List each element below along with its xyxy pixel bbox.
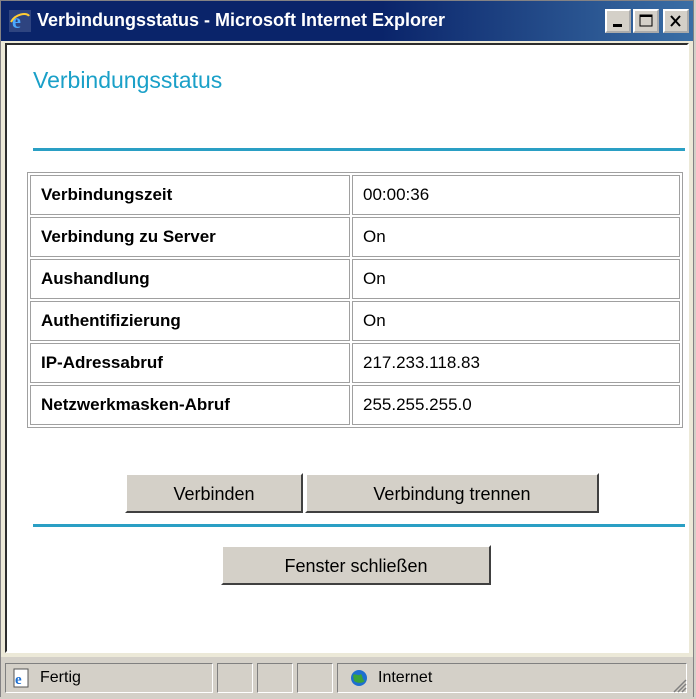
divider <box>33 148 685 151</box>
table-row: Verbindung zu Server On <box>30 217 680 257</box>
internet-explorer-icon: e <box>9 10 31 32</box>
connect-button[interactable]: Verbinden <box>125 473 303 513</box>
row-label: Authentifizierung <box>30 301 350 341</box>
status-pane <box>257 663 293 693</box>
maximize-icon <box>639 14 653 27</box>
close-button[interactable] <box>663 9 689 33</box>
minimize-button[interactable] <box>605 9 631 33</box>
row-label: Verbindungszeit <box>30 175 350 215</box>
row-label: Aushandlung <box>30 259 350 299</box>
window-title: Verbindungsstatus - Microsoft Internet E… <box>37 10 446 30</box>
row-label: IP-Adressabruf <box>30 343 350 383</box>
ie-window: e Verbindungsstatus - Microsoft Internet… <box>0 0 694 697</box>
table-row: Verbindungszeit 00:00:36 <box>30 175 680 215</box>
resize-grip-icon[interactable] <box>673 679 687 693</box>
title-bar[interactable]: e Verbindungsstatus - Microsoft Internet… <box>1 1 693 41</box>
close-window-button[interactable]: Fenster schließen <box>221 545 491 585</box>
status-text-cell: e Fertig <box>5 663 213 693</box>
close-icon <box>670 15 681 27</box>
status-pane <box>297 663 333 693</box>
svg-text:e: e <box>15 672 22 688</box>
row-value: On <box>352 217 680 257</box>
minimize-icon <box>613 24 622 27</box>
table-row: IP-Adressabruf 217.233.118.83 <box>30 343 680 383</box>
page-icon: e <box>13 668 29 688</box>
status-pane <box>217 663 253 693</box>
row-value: 255.255.255.0 <box>352 385 680 425</box>
row-value: On <box>352 259 680 299</box>
table-row: Authentifizierung On <box>30 301 680 341</box>
row-value: 00:00:36 <box>352 175 680 215</box>
row-value: On <box>352 301 680 341</box>
security-zone-cell[interactable]: Internet <box>337 663 687 693</box>
status-bar: e Fertig Internet <box>1 657 693 697</box>
page-title: Verbindungsstatus <box>33 67 223 93</box>
zone-text: Internet <box>378 669 433 686</box>
row-label: Netzwerkmasken-Abruf <box>30 385 350 425</box>
maximize-button[interactable] <box>633 9 659 33</box>
globe-icon <box>351 670 367 686</box>
row-value: 217.233.118.83 <box>352 343 680 383</box>
disconnect-button[interactable]: Verbindung trennen <box>305 473 599 513</box>
table-row: Netzwerkmasken-Abruf 255.255.255.0 <box>30 385 680 425</box>
status-text: Fertig <box>40 669 81 686</box>
table-row: Aushandlung On <box>30 259 680 299</box>
divider <box>33 524 685 527</box>
page-content: Verbindungsstatus Verbindungszeit 00:00:… <box>5 43 689 653</box>
status-table: Verbindungszeit 00:00:36 Verbindung zu S… <box>27 172 683 428</box>
row-label: Verbindung zu Server <box>30 217 350 257</box>
